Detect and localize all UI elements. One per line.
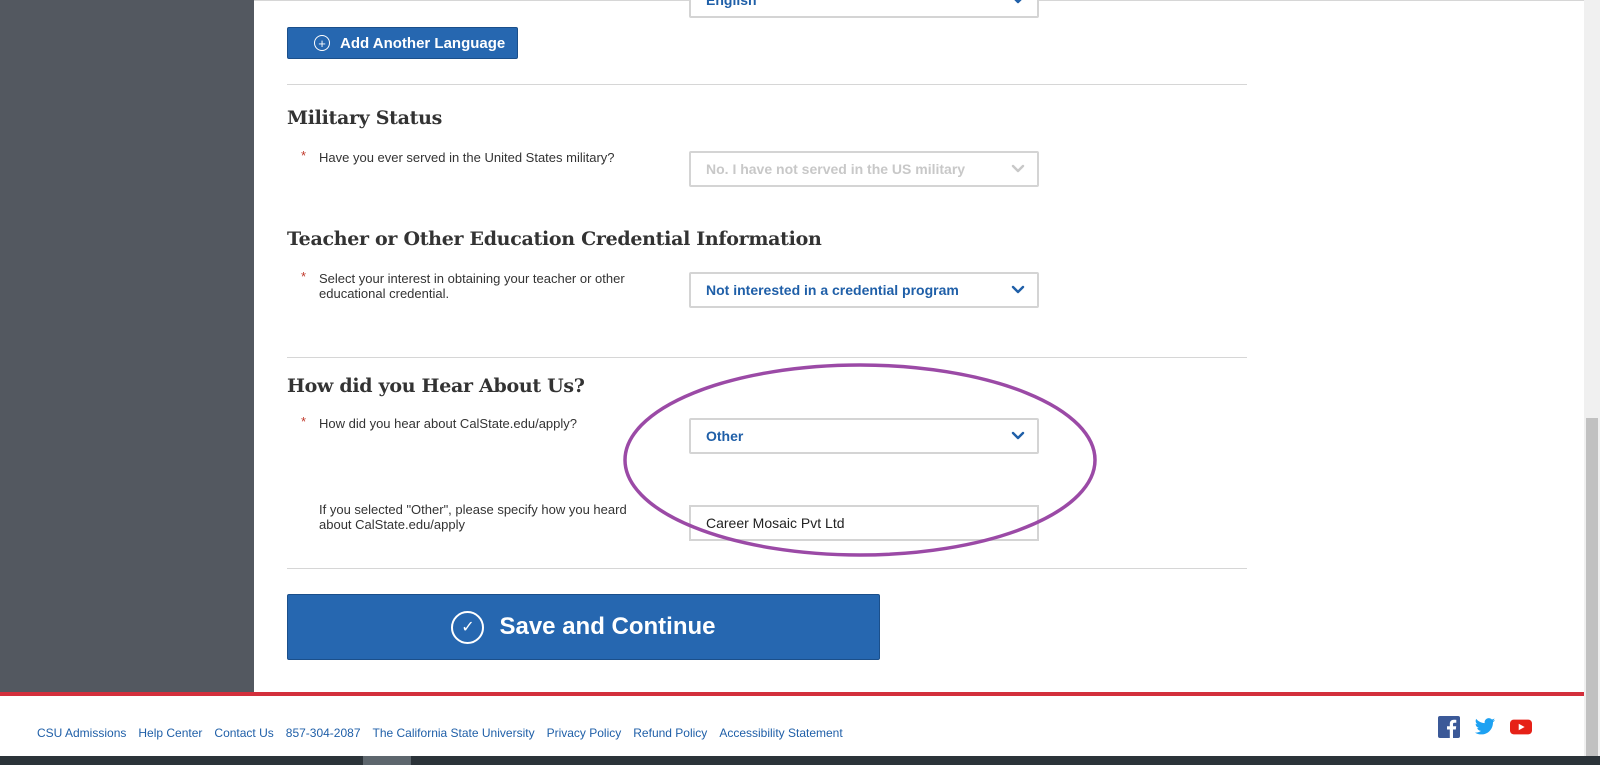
chevron-down-icon (1011, 164, 1025, 173)
referral-question: * How did you hear about CalState.edu/ap… (301, 414, 661, 431)
required-asterisk: * (301, 269, 307, 284)
credential-heading: Teacher or Other Education Credential In… (287, 228, 822, 250)
referral-other-question-text: If you selected "Other", please specify … (319, 502, 627, 532)
youtube-icon[interactable] (1510, 716, 1532, 738)
chevron-down-icon (1011, 285, 1025, 294)
referral-question-text: How did you hear about CalState.edu/appl… (319, 416, 578, 431)
vertical-scrollbar[interactable] (1584, 0, 1600, 765)
application-page: English + Add Another Language Military … (0, 0, 1600, 765)
footer-links: CSU Admissions Help Center Contact Us 85… (37, 726, 843, 740)
military-status-select[interactable]: No. I have not served in the US military (689, 151, 1039, 187)
footer-link[interactable]: Refund Policy (633, 726, 707, 740)
footer-link[interactable]: 857-304-2087 (286, 726, 361, 740)
military-question-text: Have you ever served in the United State… (319, 150, 615, 165)
language-select-value: English (706, 0, 757, 8)
add-another-language-label: Add Another Language (340, 34, 506, 52)
language-select[interactable]: English (689, 0, 1039, 18)
credential-question-text: Select your interest in obtaining your t… (319, 271, 625, 301)
check-circle-icon: ✓ (451, 610, 485, 644)
footer-link[interactable]: The California State University (373, 726, 535, 740)
facebook-icon[interactable] (1438, 716, 1460, 738)
footer-link[interactable]: Accessibility Statement (719, 726, 842, 740)
save-and-continue-label: Save and Continue (499, 613, 716, 640)
save-and-continue-button[interactable]: ✓ Save and Continue (287, 594, 880, 660)
scrollbar-thumb[interactable] (1586, 418, 1598, 758)
add-another-language-button[interactable]: + Add Another Language (287, 27, 518, 59)
military-status-value: No. I have not served in the US military (706, 161, 966, 177)
military-status-heading: Military Status (287, 107, 443, 129)
footer: CSU Admissions Help Center Contact Us 85… (0, 696, 1584, 756)
referral-other-question: If you selected "Other", please specify … (301, 502, 641, 532)
twitter-icon[interactable] (1474, 716, 1496, 738)
plus-circle-icon: + (314, 35, 330, 51)
required-asterisk: * (301, 148, 307, 163)
section-divider (287, 84, 1247, 85)
section-divider (287, 357, 1247, 358)
section-divider (287, 568, 1247, 569)
required-asterisk: * (301, 414, 307, 429)
credential-question: * Select your interest in obtaining your… (301, 269, 661, 301)
footer-link[interactable]: Privacy Policy (547, 726, 622, 740)
footer-link[interactable]: Contact Us (214, 726, 273, 740)
taskbar-strip (0, 756, 1600, 765)
taskbar-item[interactable] (363, 756, 411, 765)
referral-heading: How did you Hear About Us? (287, 375, 585, 397)
footer-link[interactable]: CSU Admissions (37, 726, 126, 740)
credential-interest-value: Not interested in a credential program (706, 282, 959, 298)
left-rail (0, 0, 254, 692)
military-question: * Have you ever served in the United Sta… (301, 148, 661, 165)
annotation-ellipse (623, 363, 1097, 557)
footer-link[interactable]: Help Center (138, 726, 202, 740)
chevron-down-icon (1014, 0, 1022, 4)
credential-interest-select[interactable]: Not interested in a credential program (689, 272, 1039, 308)
